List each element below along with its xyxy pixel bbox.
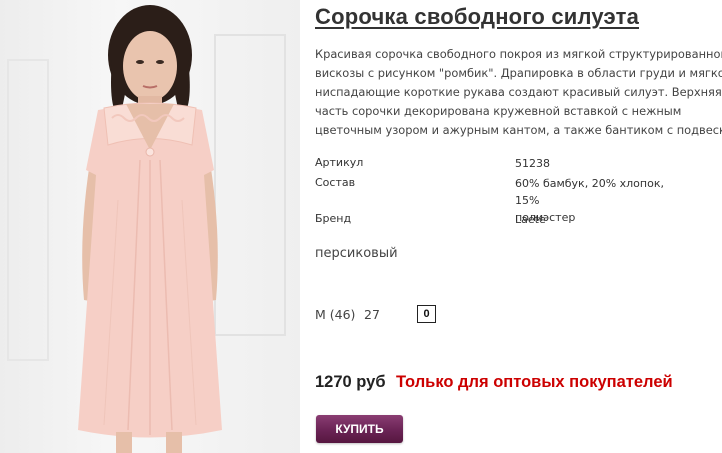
wholesale-note: Только для оптовых покупателей xyxy=(395,373,673,391)
size-row: M (46) 27 0 xyxy=(315,304,515,324)
description-line: цветочным узором и ажурным кантом, а так… xyxy=(315,123,722,137)
spec-value-line: Laete xyxy=(515,213,546,226)
spec-label: Состав xyxy=(315,176,356,189)
description-line: ниспадающие короткие рукава создают крас… xyxy=(315,85,722,99)
size-label: M (46) xyxy=(315,307,356,322)
quantity-input[interactable]: 0 xyxy=(417,305,436,323)
spec-value-line: 60% бамбук, 20% хлопок, 15% xyxy=(515,177,664,207)
description-line: вискозы с рисунком "ромбик". Драпировка … xyxy=(315,66,722,80)
size-stock: 27 xyxy=(364,307,380,322)
price-row: 1270 руб Только для оптовых покупателей xyxy=(315,373,673,392)
product-color: персиковый xyxy=(315,246,398,261)
spec-value: 51238 xyxy=(515,155,685,172)
product-title[interactable]: Сорочка свободного силуэта xyxy=(315,4,639,30)
buy-button[interactable]: КУПИТЬ xyxy=(316,415,403,443)
spec-label: Артикул xyxy=(315,156,364,169)
price: 1270 руб xyxy=(315,373,386,391)
spec-label: Бренд xyxy=(315,212,352,225)
product-photo xyxy=(0,0,300,453)
description-line: Красивая сорочка свободного покроя из мя… xyxy=(315,47,722,61)
description-line: часть сорочки декорирована кружевной вст… xyxy=(315,104,682,118)
model-in-nightgown-image xyxy=(7,5,286,453)
product-description: Красивая сорочка свободного покроя из мя… xyxy=(315,45,722,140)
spec-value: Laete xyxy=(515,211,685,228)
spec-value-line: 51238 xyxy=(515,157,550,170)
